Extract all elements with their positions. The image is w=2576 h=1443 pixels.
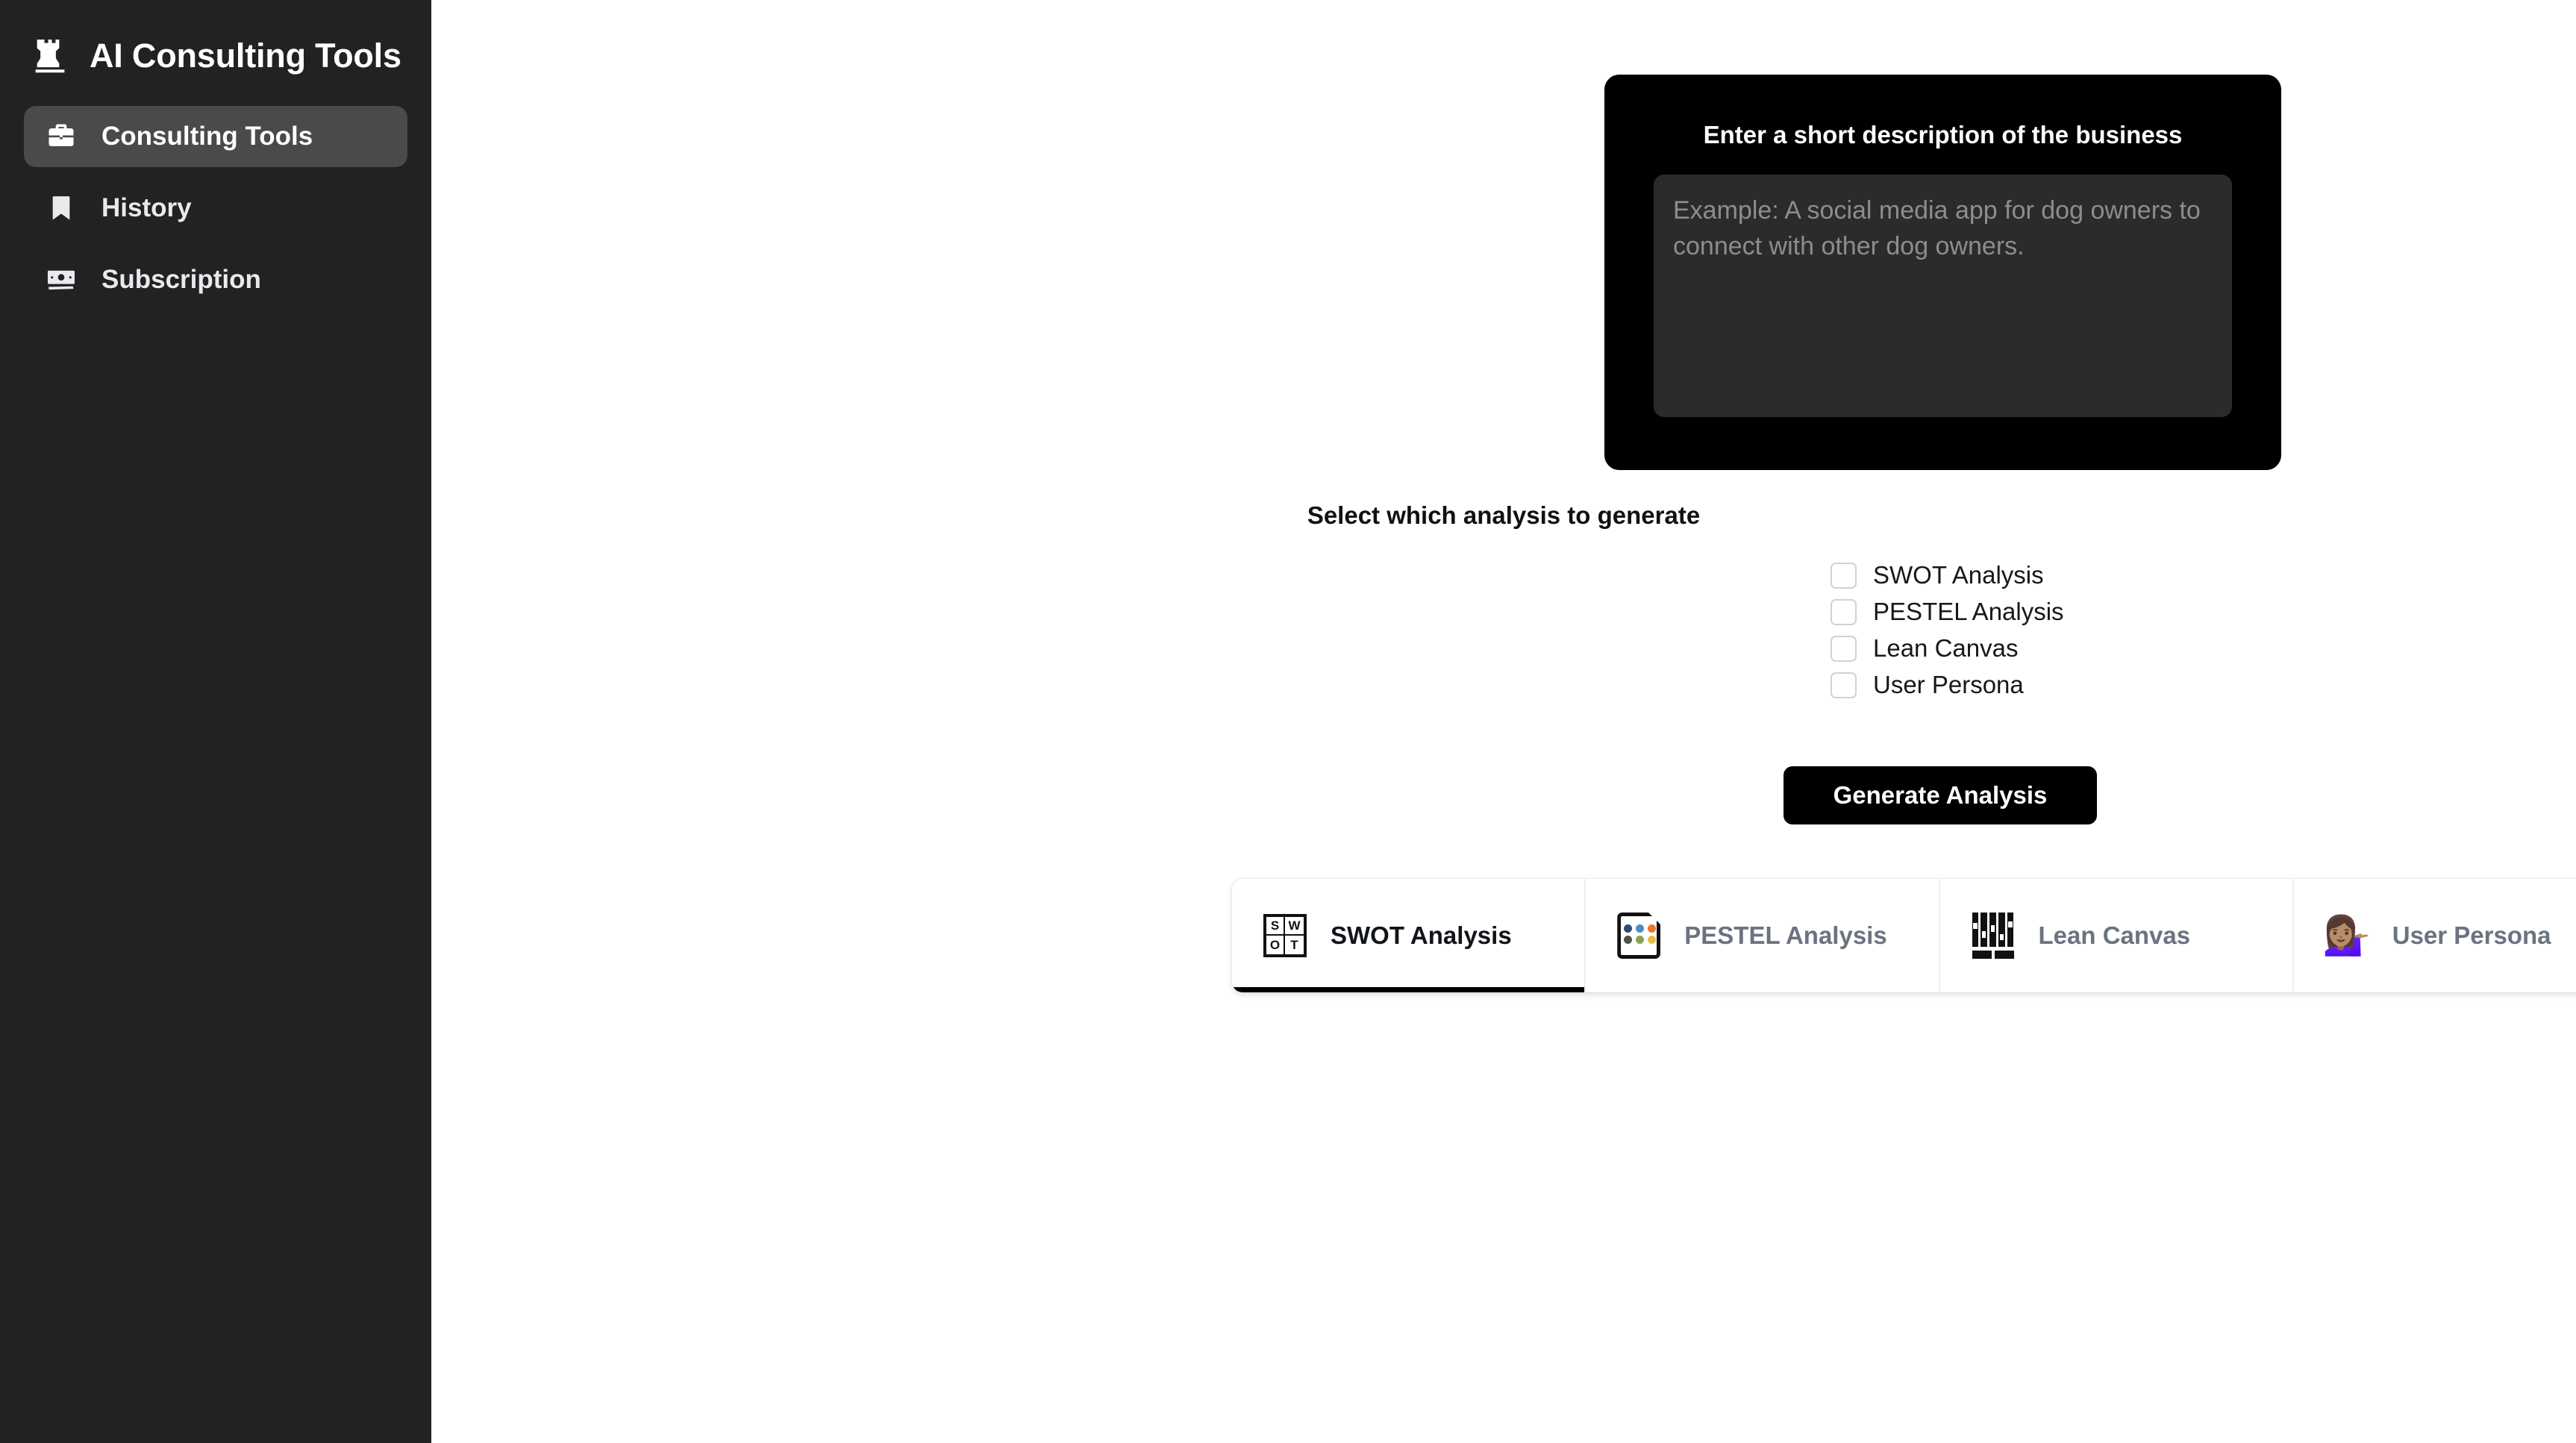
checkbox-row-lean-canvas[interactable]: Lean Canvas [1831, 634, 2064, 663]
swot-grid-icon: S W O T [1262, 913, 1308, 959]
sidebar-item-label: History [101, 193, 192, 222]
business-description-card: Enter a short description of the busines… [1604, 75, 2281, 470]
analysis-options-list: SWOT Analysis PESTEL Analysis Lean Canva… [1831, 561, 2064, 699]
tab-label: SWOT Analysis [1331, 921, 1512, 949]
app-root: AI Consulting Tools Consulting Tools His… [0, 0, 2576, 1443]
tab-label: User Persona [2392, 921, 2551, 949]
tab-user-persona[interactable]: 💁🏽‍♀️ User Persona [2292, 879, 2576, 992]
main-content: Enter a short description of the busines… [431, 0, 2576, 1443]
sidebar: AI Consulting Tools Consulting Tools His… [0, 0, 431, 1443]
abacus-icon [1970, 913, 2016, 959]
checkbox-pestel[interactable] [1831, 598, 1857, 625]
checkbox-row-pestel[interactable]: PESTEL Analysis [1831, 598, 2064, 626]
tab-pestel-analysis[interactable]: PESTEL Analysis [1584, 879, 1939, 992]
sidebar-item-label: Subscription [101, 265, 261, 294]
tab-label: Lean Canvas [2038, 921, 2191, 949]
persona-emoji: 💁🏽‍♀️ [2322, 914, 2372, 957]
checkbox-label: SWOT Analysis [1873, 561, 2044, 589]
person-tipping-hand-emoji-icon: 💁🏽‍♀️ [2322, 913, 2372, 959]
chess-rook-icon [27, 31, 73, 81]
checkbox-row-swot[interactable]: SWOT Analysis [1831, 561, 2064, 589]
checkbox-label: PESTEL Analysis [1873, 598, 2064, 625]
banknote-icon [42, 260, 81, 299]
checkbox-label: Lean Canvas [1873, 634, 2019, 662]
bookmark-icon [42, 189, 81, 228]
briefcase-icon [42, 117, 81, 156]
checkbox-lean-canvas[interactable] [1831, 635, 1857, 662]
checkbox-user-persona[interactable] [1831, 672, 1857, 698]
tab-swot-analysis[interactable]: S W O T SWOT Analysis [1232, 879, 1585, 992]
document-dots-icon [1616, 913, 1662, 959]
sidebar-item-subscription[interactable]: Subscription [24, 249, 407, 310]
checkbox-swot[interactable] [1831, 562, 1857, 589]
swot-letter-t: T [1290, 937, 1298, 952]
analysis-selection-heading: Select which analysis to generate [1307, 501, 1701, 529]
tab-lean-canvas[interactable]: Lean Canvas [1938, 879, 2292, 992]
business-description-title: Enter a short description of the busines… [1703, 121, 2183, 148]
swot-letter-s: S [1266, 917, 1285, 936]
business-description-input[interactable] [1654, 175, 2232, 417]
swot-letter-o: O [1266, 936, 1285, 954]
swot-letter-w: W [1285, 917, 1304, 936]
brand: AI Consulting Tools [0, 0, 431, 90]
sidebar-item-history[interactable]: History [24, 178, 407, 239]
sidebar-item-consulting-tools[interactable]: Consulting Tools [24, 106, 407, 167]
generate-analysis-button[interactable]: Generate Analysis [1783, 766, 2097, 824]
tab-label: PESTEL Analysis [1684, 921, 1887, 949]
sidebar-item-label: Consulting Tools [101, 122, 313, 151]
brand-title: AI Consulting Tools [90, 37, 401, 75]
sidebar-nav: Consulting Tools History Subscription [0, 106, 431, 310]
checkbox-row-user-persona[interactable]: User Persona [1831, 671, 2064, 699]
checkbox-label: User Persona [1873, 671, 2024, 698]
analysis-tabbar: S W O T SWOT Analysis PESTEL Analysis Le… [1232, 879, 2576, 992]
